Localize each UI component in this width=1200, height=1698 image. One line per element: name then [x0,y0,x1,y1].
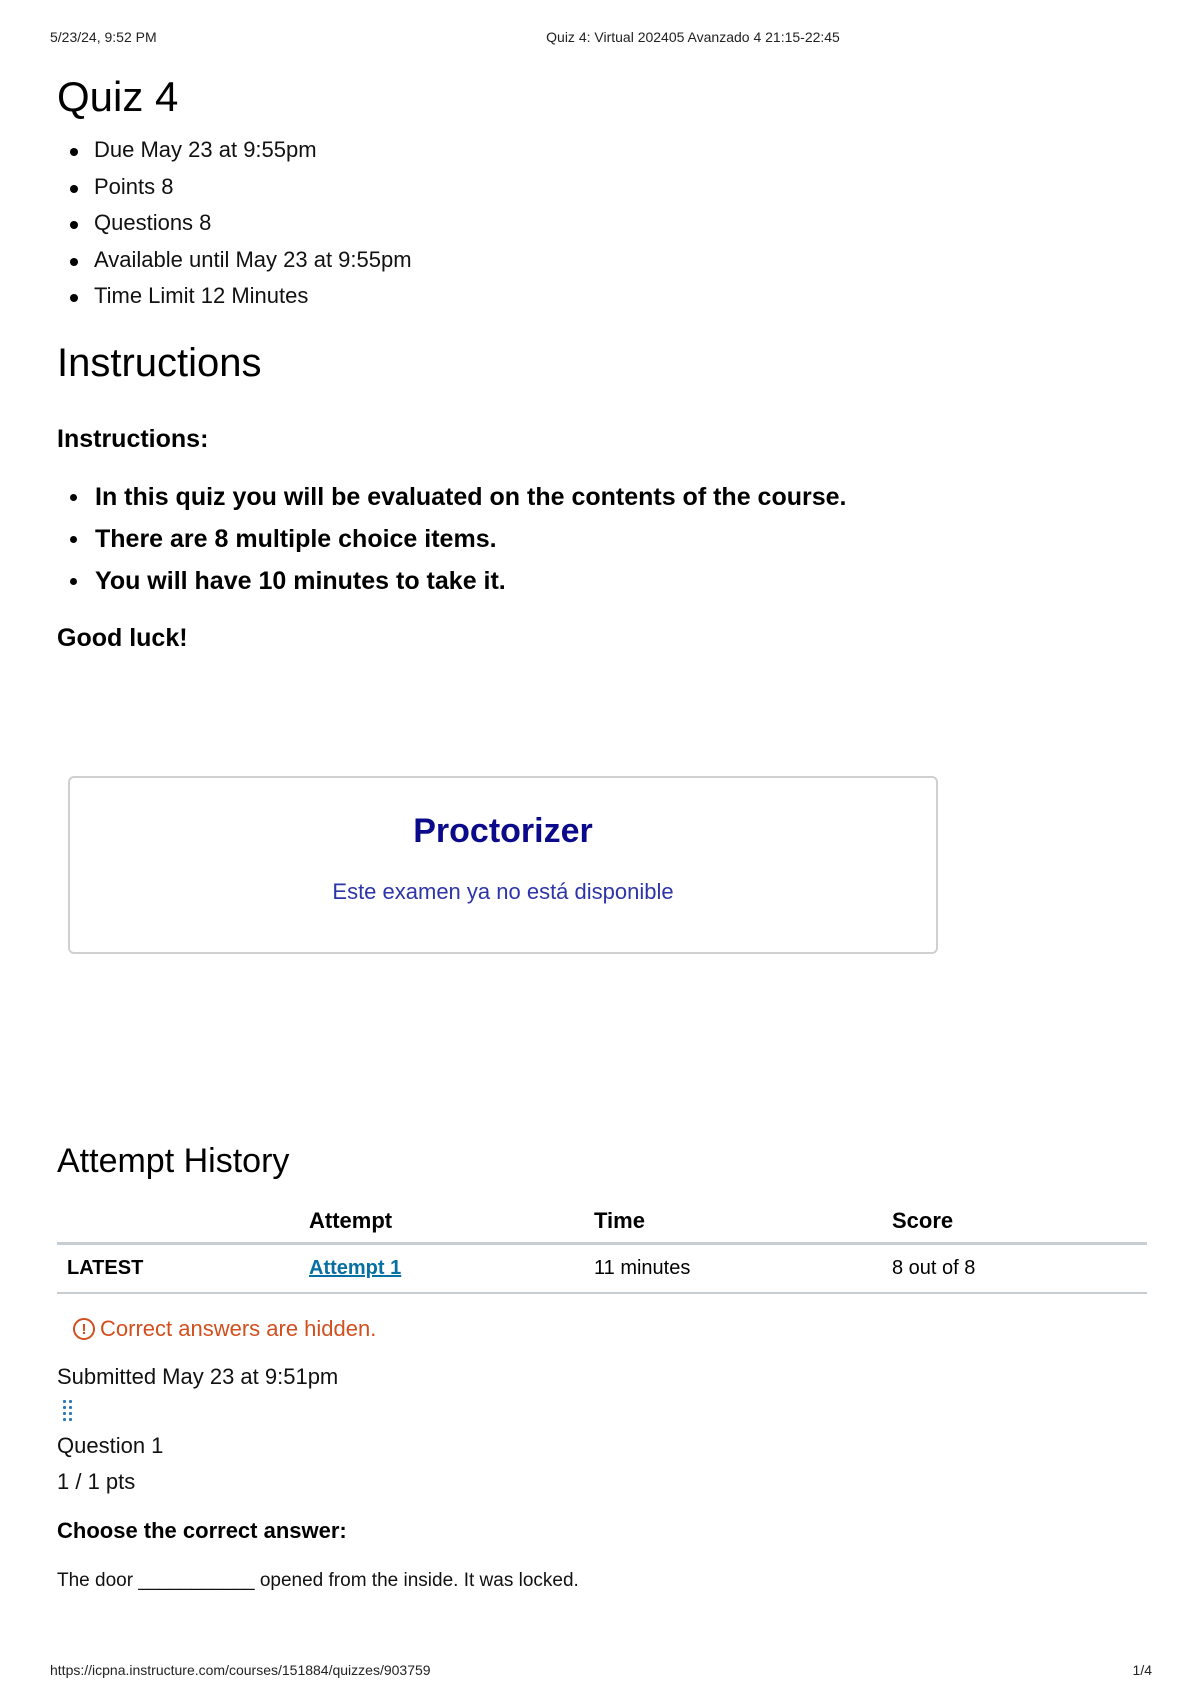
column-header-label [57,1200,309,1245]
print-page-number: 1/4 [1132,1662,1152,1678]
instructions-closing: Good luck! [57,623,188,652]
quiz-meta-list: Due May 23 at 9:55pm Points 8 Questions … [57,132,1147,315]
page-title: Quiz 4 [57,73,179,120]
attempt-1-link[interactable]: Attempt 1 [309,1257,401,1279]
instruction-item: There are 8 multiple choice items. [57,518,1147,560]
attempt-row-label: LATEST [57,1243,309,1294]
attempt-score: 8 out of 8 [892,1243,1147,1294]
column-header-time: Time [594,1200,892,1245]
column-header-attempt: Attempt [309,1200,594,1245]
proctorizer-title: Proctorizer [413,812,593,850]
answers-hidden-notice: ! Correct answers are hidden. [73,1316,1147,1342]
instruction-item: In this quiz you will be evaluated on th… [57,476,1147,518]
table-header-row: Attempt Time Score [57,1200,1147,1245]
quiz-content: Quiz 4 Due May 23 at 9:55pm Points 8 Que… [57,70,1147,653]
instructions-label: Instructions: [57,424,209,453]
print-url: https://icpna.instructure.com/courses/15… [50,1662,431,1678]
attempt-cell: Attempt 1 [309,1243,594,1294]
attempt-history-heading: Attempt History [57,1142,290,1180]
attempt-time: 11 minutes [594,1243,892,1294]
meta-time-limit: Time Limit 12 Minutes [57,278,1147,315]
meta-due: Due May 23 at 9:55pm [57,132,1147,169]
meta-available: Available until May 23 at 9:55pm [57,242,1147,279]
instruction-item: You will have 10 minutes to take it. [57,560,1147,602]
attempt-history-section: Attempt History Attempt Time Score LATES… [57,1140,1147,1592]
proctorizer-panel: Proctorizer Este examen ya no está dispo… [68,776,938,954]
print-doc-title: Quiz 4: Virtual 202405 Avanzado 4 21:15-… [546,29,840,45]
warning-icon: ! [73,1318,95,1340]
question-label: Question 1 [57,1433,164,1458]
submitted-timestamp: Submitted May 23 at 9:51pm [57,1364,339,1389]
table-row: LATEST Attempt 1 11 minutes 8 out of 8 [57,1243,1147,1294]
question-prompt: Choose the correct answer: [57,1518,347,1543]
meta-points: Points 8 [57,169,1147,206]
question-sentence: The door ___________ opened from the ins… [57,1570,579,1591]
meta-questions: Questions 8 [57,205,1147,242]
column-header-score: Score [892,1200,1147,1245]
answers-hidden-text: Correct answers are hidden. [100,1316,377,1341]
instructions-heading: Instructions [57,340,262,385]
question-points: 1 / 1 pts [57,1469,136,1494]
attempt-history-table: Attempt Time Score LATEST Attempt 1 11 m… [57,1200,1147,1294]
instructions-list: In this quiz you will be evaluated on th… [57,476,1147,602]
proctorizer-message: Este examen ya no está disponible [332,879,674,904]
drag-handle-icon[interactable] [57,1396,77,1426]
